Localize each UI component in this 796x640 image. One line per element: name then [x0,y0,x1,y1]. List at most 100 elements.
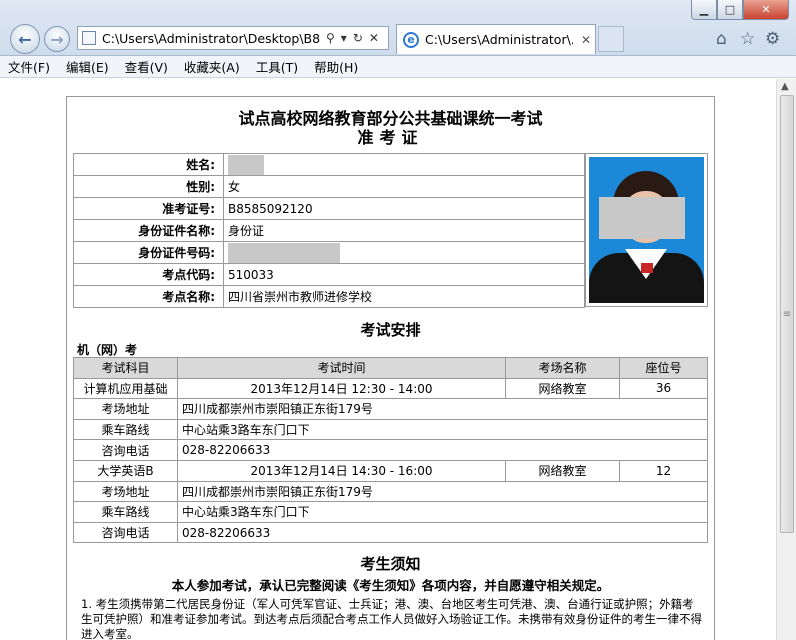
browser-toolbar: ← → C:\Users\Administrator\Desktop\B858 … [0,0,796,56]
table-row: 计算机应用基础 2013年12月14日 12:30 - 14:00 网络教室 3… [73,377,708,400]
table-header-row: 考试科目 考试时间 考场名称 座位号 [73,357,708,379]
ie-icon: e [403,31,419,48]
exam-seat: 12 [619,459,708,482]
home-icon[interactable]: ⌂ [716,29,727,49]
notice-heading: 考生须知 [360,555,421,573]
detail-value: 028-82206633 [177,439,708,461]
col-subject: 考试科目 [73,357,178,379]
close-icon: ✕ [761,3,771,16]
menu-favorites[interactable]: 收藏夹(A) [184,57,240,76]
table-row: 乘车路线 中心站乘3路车东门口下 [73,418,708,441]
schedule-heading: 考试安排 [360,321,421,339]
info-value: 女 [223,175,585,198]
gear-icon[interactable]: ⚙ [765,29,780,49]
info-row: 考点代码: 510033 [73,263,585,286]
info-label: 考点代码: [73,263,224,286]
detail-label: 咨询电话 [73,439,178,461]
arrow-left-icon: ← [18,29,32,49]
candidate-info-table: 姓名: 性别: 女 准考证号: B8585092120 身份证件名称: 身份证 身份证… [73,153,585,308]
vertical-scrollbar[interactable]: ▲ ≡ [776,79,796,640]
redacted-mask [228,242,340,263]
info-value: 身份证 [223,219,585,242]
arrow-right-icon: → [50,29,64,49]
star-icon[interactable]: ☆ [740,29,755,49]
refresh-icon[interactable]: ↻ [353,31,363,45]
col-seat: 座位号 [619,357,708,379]
info-label: 身份证件名称: [73,219,224,242]
exam-mode-label: 机（网）考 [77,343,138,357]
table-row: 考场地址 四川成都崇州市崇阳镇正东街179号 [73,398,708,420]
minimize-button[interactable]: ▁ [691,0,717,20]
maximize-button[interactable]: □ [717,0,743,20]
exam-subject: 大学英语B [73,459,178,482]
redacted-mask [228,154,264,175]
detail-value: 四川成都崇州市崇阳镇正东街179号 [177,480,708,503]
maximize-icon: □ [724,3,736,16]
detail-label: 咨询电话 [73,521,178,544]
detail-value: 中心站乘3路车东门口下 [177,418,708,441]
scroll-thumb[interactable]: ≡ [780,95,794,533]
statement: 本人参加考试，承认已完整阅读《考生须知》各项内容，并自愿遵守相关规定。 [171,578,610,593]
search-icon[interactable]: ⚲ [326,31,335,45]
info-row: 姓名: [73,153,585,176]
forward-button[interactable]: → [44,26,70,52]
new-tab-button[interactable] [598,26,624,52]
exam-schedule-table: 考试科目 考试时间 考场名称 座位号 计算机应用基础 2013年12月14日 1… [73,357,708,544]
table-row: 咨询电话 028-82206633 [73,439,708,461]
chevron-down-icon[interactable]: ▾ [341,31,347,45]
exam-subject: 计算机应用基础 [73,377,178,400]
page-content: 试点高校网络教育部分公共基础课统一考试 准考证 姓名: 性别: 女 准考证号: B8… [0,79,776,640]
info-label: 身份证件号码: [73,241,224,264]
table-row: 考场地址 四川成都崇州市崇阳镇正东街179号 [73,480,708,503]
menu-view[interactable]: 查看(V) [125,57,168,76]
col-room: 考场名称 [505,357,620,379]
menu-bar: 文件(F) 编辑(E) 查看(V) 收藏夹(A) 工具(T) 帮助(H) [0,56,796,78]
page-icon [82,31,96,45]
table-row: 大学英语B 2013年12月14日 14:30 - 16:00 网络教室 12 [73,459,708,482]
back-button[interactable]: ← [10,24,40,54]
redacted-mask [599,197,685,239]
info-value: 四川省崇州市教师进修学校 [223,285,585,308]
exam-time: 2013年12月14日 14:30 - 16:00 [177,459,506,482]
close-window-button[interactable]: ✕ [743,0,789,20]
detail-label: 考场地址 [73,398,178,420]
exam-room: 网络教室 [505,459,620,482]
col-time: 考试时间 [177,357,506,379]
detail-value: 028-82206633 [177,521,708,544]
candidate-photo [585,153,708,307]
info-label: 考点名称: [73,285,224,308]
info-row: 身份证件号码: [73,241,585,264]
menu-edit[interactable]: 编辑(E) [66,57,109,76]
stop-icon[interactable]: ✕ [369,31,379,45]
exam-seat: 36 [619,377,708,400]
tab-title: C:\Users\Administrator\... [425,32,573,47]
detail-value: 中心站乘3路车东门口下 [177,501,708,523]
address-text[interactable]: C:\Users\Administrator\Desktop\B858 [102,31,320,46]
menu-file[interactable]: 文件(F) [8,57,50,76]
admission-ticket: 试点高校网络教育部分公共基础课统一考试 准考证 姓名: 性别: 女 准考证号: B8… [66,96,715,640]
address-bar[interactable]: C:\Users\Administrator\Desktop\B858 ⚲ ▾ … [77,26,389,50]
info-label: 性别: [73,175,224,198]
doc-subtitle: 准考证 [357,128,424,147]
menu-tools[interactable]: 工具(T) [256,57,298,76]
exam-time: 2013年12月14日 12:30 - 14:00 [177,377,506,400]
detail-label: 乘车路线 [73,418,178,441]
notice-item: 1. 考生须携带第二代居民身份证（军人可凭军官证、士兵证；港、澳、台地区考生可凭… [81,597,702,640]
info-row: 准考证号: B8585092120 [73,197,585,220]
info-label: 准考证号: [73,197,224,220]
menu-help[interactable]: 帮助(H) [314,57,358,76]
exam-room: 网络教室 [505,377,620,400]
scroll-up-icon[interactable]: ▲ [781,81,789,92]
detail-label: 乘车路线 [73,501,178,523]
info-value-id [223,241,585,264]
minimize-icon: ▁ [699,3,709,16]
info-value: 510033 [223,263,585,286]
table-row: 咨询电话 028-82206633 [73,521,708,544]
info-row: 性别: 女 [73,175,585,198]
table-row: 乘车路线 中心站乘3路车东门口下 [73,501,708,523]
close-tab-icon[interactable]: ✕ [581,33,591,47]
info-value: B8585092120 [223,197,585,220]
info-row: 考点名称: 四川省崇州市教师进修学校 [73,285,585,308]
info-label: 姓名: [73,153,224,176]
browser-tab[interactable]: e C:\Users\Administrator\... ✕ [396,24,596,54]
